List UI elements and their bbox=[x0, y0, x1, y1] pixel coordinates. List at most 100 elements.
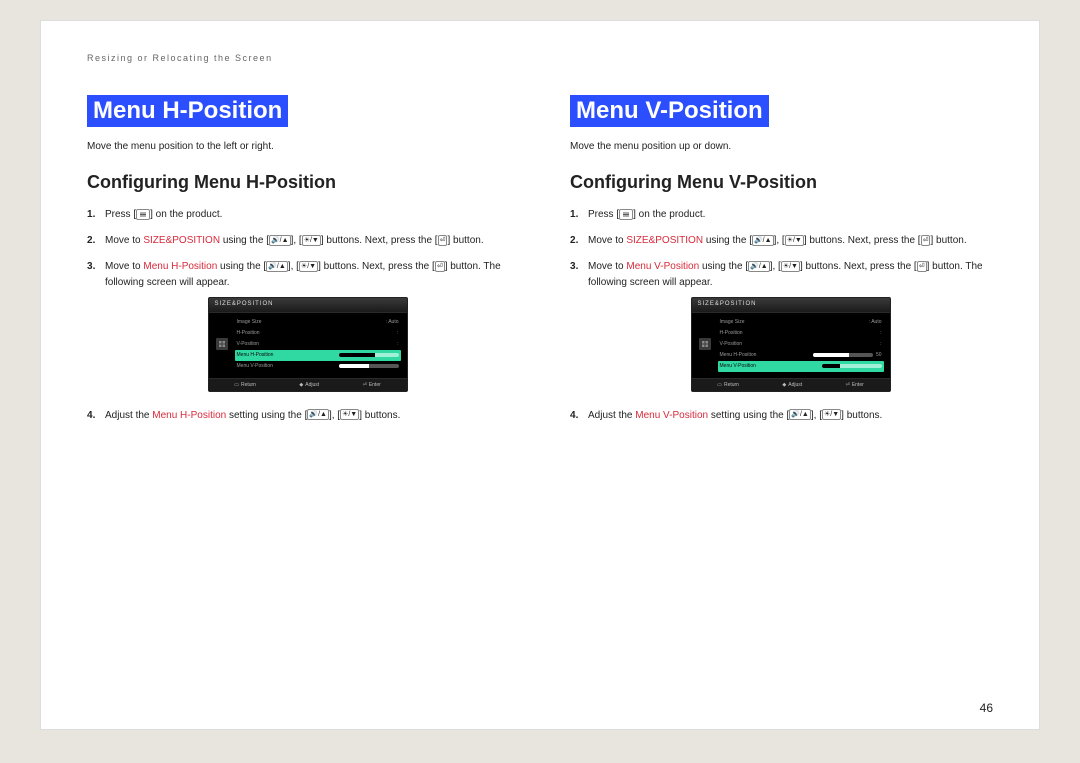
step-list: Press [] on the product. Move to SIZE&PO… bbox=[87, 207, 510, 424]
text: Move to bbox=[105, 261, 143, 272]
text: ] on the product. bbox=[633, 209, 705, 220]
text: ] buttons. Next, press the [ bbox=[321, 235, 438, 246]
text: ], [ bbox=[811, 410, 822, 421]
osd-row: H-Position: bbox=[235, 328, 401, 339]
text: Move to bbox=[588, 235, 626, 246]
column-left: Menu H-Position Move the menu position t… bbox=[87, 95, 510, 434]
osd-row: Image Size : Auto bbox=[235, 317, 401, 328]
osd-slider-bar bbox=[339, 353, 399, 357]
text: ] button. bbox=[447, 235, 483, 246]
bright-down-icon: ☀/▼ bbox=[781, 261, 800, 272]
osd-row: V-Position: bbox=[718, 339, 884, 350]
section-intro: Move the menu position up or down. bbox=[570, 141, 993, 152]
step-2: Move to SIZE&POSITION using the [🔊/▲], [… bbox=[87, 233, 510, 249]
osd-enter: ⏎ Enter bbox=[846, 381, 864, 389]
bright-down-icon: ☀/▼ bbox=[299, 261, 318, 272]
enter-source-icon: ⏎ bbox=[435, 261, 445, 272]
text: ], [ bbox=[291, 235, 302, 246]
osd-row-label: Image Size bbox=[237, 318, 262, 326]
text: Move to bbox=[588, 261, 626, 272]
osd-row: Menu H-Position bbox=[235, 350, 401, 361]
section-intro: Move the menu position to the left or ri… bbox=[87, 141, 510, 152]
menu-button-icon bbox=[619, 209, 633, 220]
osd-slider-bar bbox=[339, 364, 399, 368]
subsection-heading: Configuring Menu H-Position bbox=[87, 172, 510, 193]
highlight: Menu V-Position bbox=[626, 261, 699, 272]
step-1: Press [ ] on the product. bbox=[570, 207, 993, 223]
step-1: Press [] on the product. bbox=[87, 207, 510, 223]
osd-adjust: ◆ Adjust bbox=[299, 381, 319, 389]
text: ] buttons. bbox=[841, 410, 882, 421]
vol-up-icon: 🔊/▲ bbox=[748, 261, 770, 272]
text: ], [ bbox=[770, 261, 781, 272]
osd-row-value: 50 bbox=[876, 351, 882, 359]
osd-row: Menu V-Position bbox=[718, 361, 884, 372]
vol-up-icon: 🔊/▲ bbox=[266, 261, 288, 272]
text: Adjust the bbox=[588, 410, 635, 421]
osd-enter: ⏎ Enter bbox=[363, 381, 381, 389]
text: using the [ bbox=[220, 235, 269, 246]
text: Move to bbox=[105, 235, 143, 246]
text: Press [ bbox=[105, 209, 136, 220]
osd-footer: ▭ Return ◆ Adjust ⏎ Enter bbox=[209, 378, 407, 391]
highlight: Menu H-Position bbox=[152, 410, 226, 421]
osd-row-value: : bbox=[397, 329, 398, 337]
document-page: Resizing or Relocating the Screen Menu H… bbox=[40, 20, 1040, 730]
step-3: Move to Menu H-Position using the [🔊/▲],… bbox=[87, 259, 510, 392]
step-2: Move to SIZE&POSITION using the [🔊/▲], [… bbox=[570, 233, 993, 249]
enter-source-icon: ⏎ bbox=[438, 235, 448, 246]
bright-down-icon: ☀/▼ bbox=[302, 235, 321, 246]
text: ] buttons. bbox=[359, 410, 400, 421]
osd-rows: Image Size: AutoH-Position: V-Position: … bbox=[718, 317, 884, 372]
text: setting using the [ bbox=[708, 410, 789, 421]
step-4: Adjust the Menu H-Position setting using… bbox=[87, 408, 510, 424]
osd-rows: Image Size : AutoH-Position: V-Position : … bbox=[235, 317, 401, 372]
page-number: 46 bbox=[980, 701, 993, 715]
text: ] buttons. Next, press the [ bbox=[804, 235, 921, 246]
osd-screenshot: SIZE&POSITION Image Size : Auto H-Position… bbox=[105, 297, 510, 392]
text: Adjust the bbox=[105, 410, 152, 421]
highlight: SIZE&POSITION bbox=[626, 235, 703, 246]
text: using the [ bbox=[703, 235, 752, 246]
osd-adjust: ◆ Adjust bbox=[782, 381, 802, 389]
step-4: Adjust the Menu V-Position setting using… bbox=[570, 408, 993, 424]
column-right: Menu V-Position Move the menu position u… bbox=[570, 95, 993, 434]
text: ] buttons. Next, press the [ bbox=[318, 261, 435, 272]
osd-row-label: V-Position bbox=[237, 340, 260, 348]
osd-row: Menu V-Position bbox=[235, 361, 401, 372]
bright-down-icon: ☀/▼ bbox=[822, 409, 841, 420]
osd-return: ▭ Return bbox=[717, 381, 739, 389]
osd-return: ▭ Return bbox=[234, 381, 256, 389]
osd-row-value: : bbox=[880, 329, 881, 337]
text: using the [ bbox=[699, 261, 748, 272]
osd-row-label: Menu H-Position bbox=[720, 351, 757, 359]
osd-tab-icon bbox=[215, 317, 229, 372]
osd-row-label: Menu V-Position bbox=[237, 362, 273, 370]
two-column-layout: Menu H-Position Move the menu position t… bbox=[87, 95, 993, 434]
highlight: Menu H-Position bbox=[143, 261, 217, 272]
osd-slider-bar bbox=[822, 364, 882, 368]
vol-up-icon: 🔊/▲ bbox=[307, 409, 329, 420]
osd-row-value: : bbox=[880, 340, 881, 348]
step-3: Move to Menu V-Position using the [🔊/▲],… bbox=[570, 259, 993, 392]
menu-button-icon bbox=[136, 209, 150, 220]
osd-tab-icon bbox=[698, 317, 712, 372]
text: using the [ bbox=[217, 261, 266, 272]
osd-header: SIZE&POSITION bbox=[209, 298, 407, 313]
step-list: Press [ ] on the product. Move to SIZE&PO… bbox=[570, 207, 993, 424]
text: Press [ bbox=[588, 209, 619, 220]
osd-row-value: : bbox=[397, 340, 398, 348]
osd-row-value: : Auto bbox=[869, 318, 882, 326]
osd-row-label: Menu V-Position bbox=[720, 362, 756, 370]
bright-down-icon: ☀/▼ bbox=[785, 235, 804, 246]
text: ] buttons. Next, press the [ bbox=[800, 261, 917, 272]
text: ] button. bbox=[930, 235, 966, 246]
osd-row-value: : Auto bbox=[386, 318, 399, 326]
text: setting using the [ bbox=[226, 410, 307, 421]
osd-panel: SIZE&POSITION Image Size: AutoH-Position… bbox=[691, 297, 891, 392]
text: ], [ bbox=[288, 261, 299, 272]
vol-up-icon: 🔊/▲ bbox=[269, 235, 291, 246]
highlight: Menu V-Position bbox=[635, 410, 708, 421]
enter-source-icon: ⏎ bbox=[921, 235, 931, 246]
osd-footer: ▭ Return ◆ Adjust ⏎ Enter bbox=[692, 378, 890, 391]
